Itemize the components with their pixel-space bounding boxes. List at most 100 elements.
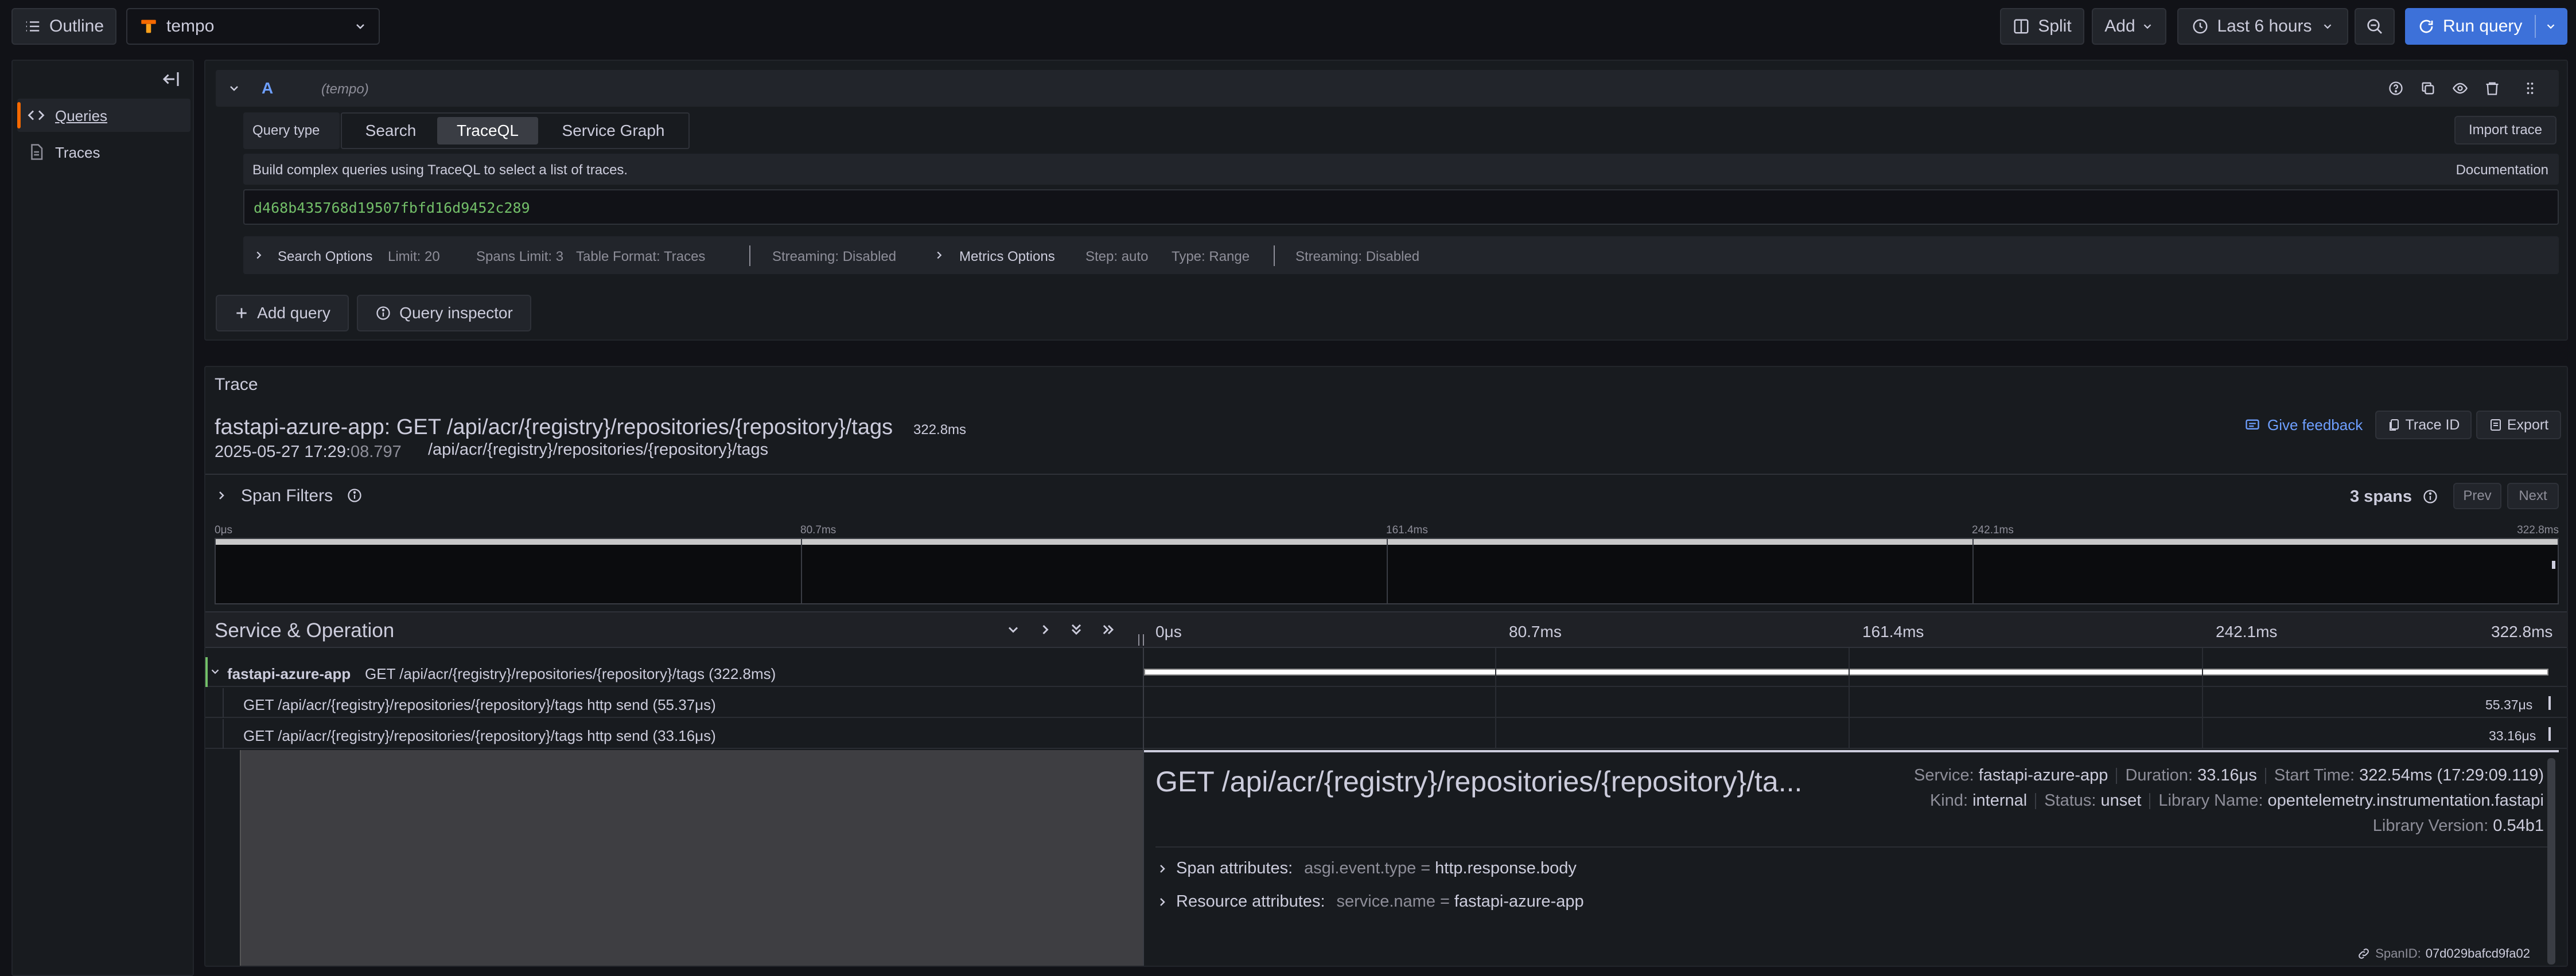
sidebar-item-queries[interactable]: Queries xyxy=(17,99,190,132)
chevron-down-icon[interactable] xyxy=(2544,20,2557,33)
add-label: Add xyxy=(2104,17,2135,36)
collapse-all-icon[interactable] xyxy=(1100,622,1116,638)
span-indent-guide xyxy=(223,688,224,718)
chevron-down-icon xyxy=(2321,20,2334,33)
tab-service-graph[interactable]: Service Graph xyxy=(542,117,685,145)
chevron-right-icon[interactable] xyxy=(252,249,265,261)
search-options-toggle[interactable]: Search Options xyxy=(278,249,372,265)
span-detail-title: GET /api/acr/{registry}/repositories/{re… xyxy=(1155,766,1803,798)
span-color-bar xyxy=(205,657,208,687)
divider xyxy=(2149,792,2151,809)
tab-search[interactable]: Search xyxy=(348,117,434,145)
span-id-key: SpanID: xyxy=(2375,946,2421,961)
zoom-out-button[interactable] xyxy=(2355,8,2395,45)
trace-title: fastapi-azure-app: GET /api/acr/{registr… xyxy=(215,415,893,439)
library-version-value: 0.54b1 xyxy=(2493,817,2544,835)
minimap-tick: 0μs xyxy=(215,524,233,536)
give-feedback-link[interactable]: Give feedback xyxy=(2244,416,2363,434)
span-attributes-row[interactable]: Span attributes: asgi.event.type = http.… xyxy=(1155,859,1577,878)
export-button[interactable]: Export xyxy=(2476,411,2561,439)
datasource-picker[interactable]: tempo xyxy=(126,8,380,45)
minimap-grid-line xyxy=(1972,539,1974,603)
add-query-button[interactable]: Add query xyxy=(216,295,349,331)
export-label: Export xyxy=(2507,416,2549,433)
search-streaming: Streaming: Disabled xyxy=(772,249,897,264)
expand-all-icon[interactable] xyxy=(1068,622,1084,638)
chevron-down-icon[interactable] xyxy=(1005,622,1021,638)
metrics-streaming: Streaming: Disabled xyxy=(1295,249,1420,264)
span-filters-toggle[interactable]: Span Filters xyxy=(241,486,333,506)
divider xyxy=(1155,846,2547,848)
span-row-0[interactable]: fastapi-azure-app GET /api/acr/{registry… xyxy=(205,657,2567,687)
span-indent-guide xyxy=(223,719,224,749)
timeline-minimap[interactable]: 0μs 80.7ms 161.4ms 242.1ms 322.8ms xyxy=(215,524,2559,604)
help-icon[interactable] xyxy=(2388,80,2404,96)
add-button[interactable]: Add xyxy=(2092,8,2166,45)
spans-limit: Spans Limit: 3 xyxy=(476,249,564,264)
prev-button[interactable]: Prev xyxy=(2453,483,2501,509)
resource-attributes-label: Resource attributes: xyxy=(1176,892,1325,911)
span-operation: GET /api/acr/{registry}/repositories/{re… xyxy=(365,665,776,682)
trace-id-label: Trace ID xyxy=(2405,416,2460,433)
span-operation: GET /api/acr/{registry}/repositories/{re… xyxy=(243,696,716,713)
code-icon xyxy=(28,107,45,124)
duplicate-icon[interactable] xyxy=(2420,80,2436,96)
span-bar xyxy=(2548,696,2551,710)
chevron-right-icon[interactable] xyxy=(215,489,228,502)
chevron-right-icon[interactable] xyxy=(1037,622,1053,638)
refresh-icon xyxy=(2418,18,2435,35)
chevron-down-icon xyxy=(353,19,367,33)
time-range-picker[interactable]: Last 6 hours xyxy=(2177,8,2348,45)
collapse-outline-icon[interactable] xyxy=(161,69,181,89)
traceql-query-input[interactable]: d468b435768d19507fbfd16d9452c289 xyxy=(243,189,2559,225)
column-resizer[interactable] xyxy=(1138,634,1144,646)
import-trace-button[interactable]: Import trace xyxy=(2454,116,2556,145)
documentation-link[interactable]: Documentation xyxy=(2456,162,2548,178)
attribute-key: service.name xyxy=(1336,892,1435,911)
span-bar xyxy=(2548,727,2551,741)
search-limit: Limit: 20 xyxy=(388,249,440,264)
timeline-grid-line xyxy=(1495,648,1496,749)
sidebar-item-label: Traces xyxy=(55,144,100,161)
split-button[interactable]: Split xyxy=(2000,8,2084,45)
span-duration-label: 33.16μs xyxy=(2489,728,2536,743)
chevron-down-icon[interactable] xyxy=(227,81,241,95)
divider xyxy=(749,245,750,266)
chevron-right-icon[interactable] xyxy=(933,249,945,261)
trace-duration: 322.8ms xyxy=(913,422,967,438)
minimap-tick: 161.4ms xyxy=(1386,524,1428,536)
span-row-1[interactable]: GET /api/acr/{registry}/repositories/{re… xyxy=(205,688,2567,718)
start-time-value: 322.54ms (17:29:09.119) xyxy=(2359,766,2544,784)
drag-handle-icon[interactable] xyxy=(2522,80,2538,96)
tab-traceql[interactable]: TraceQL xyxy=(437,117,538,145)
scrollbar[interactable] xyxy=(2547,758,2555,965)
query-inspector-button[interactable]: Query inspector xyxy=(357,295,531,331)
add-query-label: Add query xyxy=(257,304,330,322)
chevron-right-icon xyxy=(1155,895,1169,909)
next-button[interactable]: Next xyxy=(2507,483,2559,509)
metrics-options-toggle[interactable]: Metrics Options xyxy=(959,249,1055,265)
chevron-down-icon[interactable] xyxy=(209,665,221,678)
info-icon xyxy=(347,487,363,503)
sidebar-item-traces[interactable]: Traces xyxy=(17,135,190,169)
eye-icon[interactable] xyxy=(2452,80,2468,96)
kind-value: internal xyxy=(1972,791,2028,810)
query-datasource-label: (tempo) xyxy=(321,81,369,97)
duration-value: 33.16μs xyxy=(2197,766,2257,784)
span-meta-line-3: Library Version: 0.54b1 xyxy=(2373,817,2544,836)
span-bar xyxy=(1144,669,2548,676)
trace-id-button[interactable]: Trace ID xyxy=(2375,411,2472,439)
timeline-tick: 161.4ms xyxy=(1862,623,1924,641)
status-value: unset xyxy=(2100,791,2142,810)
query-ref-id[interactable]: A xyxy=(262,79,273,97)
service-operation-header: Service & Operation xyxy=(215,619,395,642)
outline-button[interactable]: Outline xyxy=(11,8,116,45)
span-id[interactable]: SpanID: 07d029bafcd9fa02 xyxy=(2357,946,2530,961)
resource-attributes-row[interactable]: Resource attributes: service.name = fast… xyxy=(1155,892,1584,911)
span-row-2[interactable]: GET /api/acr/{registry}/repositories/{re… xyxy=(205,719,2567,749)
document-icon xyxy=(28,143,45,161)
trash-icon[interactable] xyxy=(2484,80,2500,96)
run-query-button[interactable]: Run query xyxy=(2405,8,2567,45)
timeline-tick: 322.8ms xyxy=(2491,623,2553,641)
spans-count: 3 spans xyxy=(2350,487,2412,506)
